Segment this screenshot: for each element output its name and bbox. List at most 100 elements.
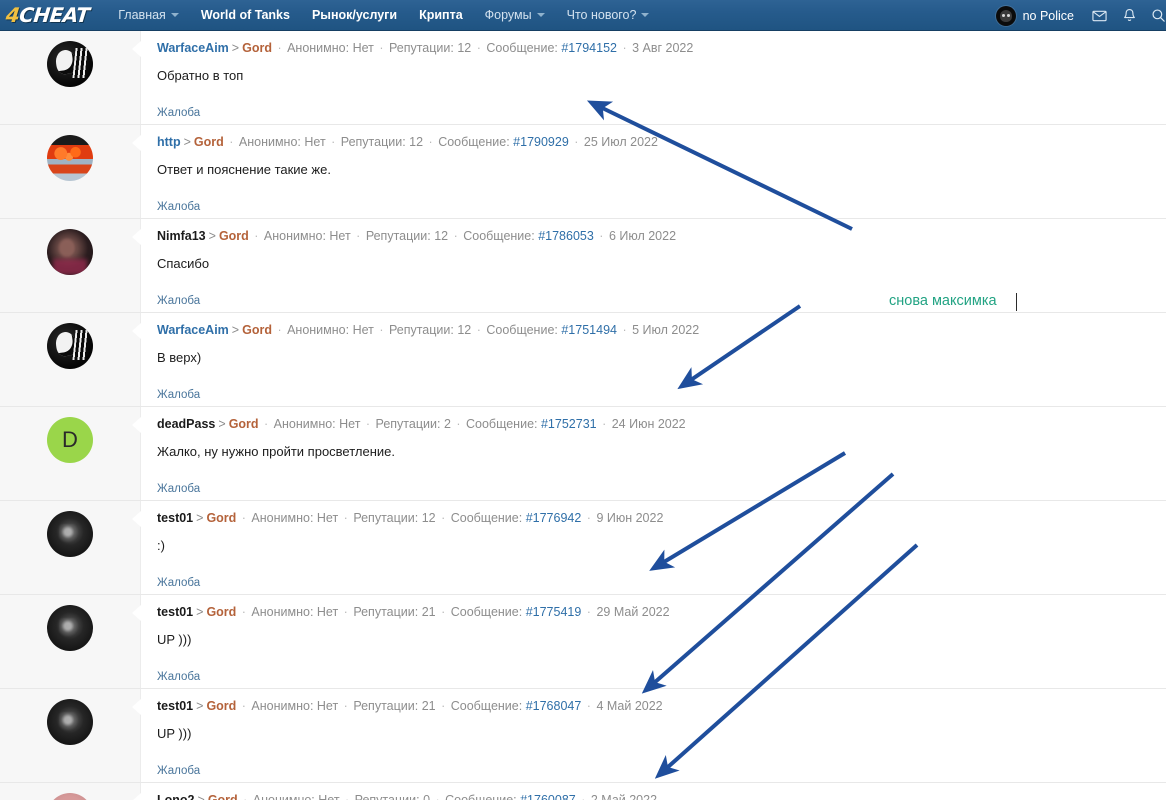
post-message-id-link[interactable]: #1752731 xyxy=(541,417,597,431)
meta-separator: · xyxy=(249,229,264,243)
nav-right-group: no Police xyxy=(986,0,1166,31)
avatar[interactable] xyxy=(47,323,93,369)
post-author-separator: > xyxy=(195,793,208,800)
post-target-link[interactable]: Gord xyxy=(242,41,272,55)
post-message-id-link[interactable]: #1790929 xyxy=(513,135,569,149)
post-target-link[interactable]: Gord xyxy=(229,417,259,431)
post-author-link[interactable]: Nimfa13 xyxy=(157,229,206,243)
post-anon-value: Нет xyxy=(317,699,338,713)
avatar[interactable] xyxy=(47,135,93,181)
report-link[interactable]: Жалоба xyxy=(157,483,200,495)
nav-item-market-services[interactable]: Рынок/услуги xyxy=(301,0,408,31)
post-message-id-link[interactable]: #1751494 xyxy=(561,323,617,337)
post-content: WarfaceAim>Gord · Анонимно: Нет · Репута… xyxy=(141,313,1166,406)
post-author-link[interactable]: test01 xyxy=(157,511,193,525)
meta-separator: · xyxy=(236,699,251,713)
report-link[interactable]: Жалоба xyxy=(157,577,200,589)
meta-separator: · xyxy=(471,323,486,337)
post-message-id-link[interactable]: #1786053 xyxy=(538,229,594,243)
post-message-id-link[interactable]: #1760087 xyxy=(520,793,576,800)
inbox-button[interactable] xyxy=(1084,0,1114,31)
post-message-id-link[interactable]: #1768047 xyxy=(526,699,582,713)
post-message-id-link[interactable]: #1794152 xyxy=(561,41,617,55)
report-link[interactable]: Жалоба xyxy=(157,107,200,119)
avatar[interactable] xyxy=(47,41,93,87)
nav-item-forums-label: Форумы xyxy=(485,8,532,22)
logo-suffix: T xyxy=(75,3,91,27)
post-rep-value: 21 xyxy=(422,605,436,619)
post-author-link[interactable]: deadPass xyxy=(157,417,215,431)
post-author-link[interactable]: WarfaceAim xyxy=(157,323,229,337)
post-rep-label: Репутации: xyxy=(353,605,418,619)
post-target-link[interactable]: Gord xyxy=(206,699,236,713)
post-author-link[interactable]: test01 xyxy=(157,605,193,619)
post-actions: Жалоба xyxy=(157,291,1152,309)
meta-separator: · xyxy=(576,793,591,800)
report-link[interactable]: Жалоба xyxy=(157,389,200,401)
post-actions: Жалоба xyxy=(157,385,1152,403)
avatar[interactable] xyxy=(47,699,93,745)
meta-separator: · xyxy=(423,135,438,149)
account-menu[interactable]: no Police xyxy=(986,6,1084,26)
post-target-link[interactable]: Gord xyxy=(208,793,238,800)
meta-separator: · xyxy=(338,699,353,713)
post-author-link[interactable]: Lono2 xyxy=(157,793,195,800)
meta-separator: · xyxy=(436,605,451,619)
post-message-id-link[interactable]: #1776942 xyxy=(526,511,582,525)
search-button[interactable] xyxy=(1144,0,1166,31)
post-content: Lono2>Gord · Анонимно: Нет · Репутации: … xyxy=(141,783,1166,800)
post-rep-label: Репутации: xyxy=(353,699,418,713)
post-avatar-cell xyxy=(0,595,141,688)
post-target-link[interactable]: Gord xyxy=(242,323,272,337)
post-anon-label: Анонимно: xyxy=(239,135,301,149)
report-link[interactable]: Жалоба xyxy=(157,201,200,213)
post-target-link[interactable]: Gord xyxy=(206,511,236,525)
meta-separator: · xyxy=(569,135,584,149)
post-actions: Жалоба xyxy=(157,761,1152,779)
post-rep-value: 21 xyxy=(422,699,436,713)
post-actions: Жалоба xyxy=(157,197,1152,215)
post-author-link[interactable]: test01 xyxy=(157,699,193,713)
post-actions: Жалоба xyxy=(157,573,1152,591)
post-target-link[interactable]: Gord xyxy=(194,135,224,149)
post-date: 9 Июн 2022 xyxy=(596,511,663,525)
post-date: 2 Май 2022 xyxy=(591,793,657,800)
post-author-separator: > xyxy=(193,699,206,713)
post-avatar-cell xyxy=(0,125,141,218)
post-content: test01>Gord · Анонимно: Нет · Репутации:… xyxy=(141,689,1166,782)
report-link[interactable]: Жалоба xyxy=(157,295,200,307)
post-header: test01>Gord · Анонимно: Нет · Репутации:… xyxy=(157,604,1152,620)
avatar[interactable] xyxy=(47,605,93,651)
meta-separator: · xyxy=(430,793,445,800)
avatar[interactable] xyxy=(47,229,93,275)
avatar[interactable]: D xyxy=(47,417,93,463)
chevron-down-icon xyxy=(171,13,179,17)
nav-item-home[interactable]: Главная xyxy=(107,0,190,31)
post-target-link[interactable]: Gord xyxy=(219,229,249,243)
table-row: WarfaceAim>Gord · Анонимно: Нет · Репута… xyxy=(0,31,1166,125)
report-link[interactable]: Жалоба xyxy=(157,671,200,683)
post-target-link[interactable]: Gord xyxy=(206,605,236,619)
meta-separator: · xyxy=(224,135,239,149)
meta-separator: · xyxy=(338,511,353,525)
site-logo[interactable]: 4CHEAT xyxy=(6,0,89,31)
avatar[interactable] xyxy=(47,793,93,800)
post-rep-value: 12 xyxy=(409,135,423,149)
post-msg-label: Сообщение: xyxy=(438,135,510,149)
post-author-link[interactable]: WarfaceAim xyxy=(157,41,229,55)
alerts-button[interactable] xyxy=(1114,0,1144,31)
nav-item-whats-new[interactable]: Что нового? xyxy=(556,0,661,31)
nav-item-crypto[interactable]: Крипта xyxy=(408,0,474,31)
nav-item-forums[interactable]: Форумы xyxy=(474,0,556,31)
post-content: http>Gord · Анонимно: Нет · Репутации: 1… xyxy=(141,125,1166,218)
meta-separator: · xyxy=(340,793,355,800)
post-message-id-link[interactable]: #1775419 xyxy=(526,605,582,619)
meta-separator: · xyxy=(374,323,389,337)
report-link[interactable]: Жалоба xyxy=(157,765,200,777)
post-author-separator: > xyxy=(181,135,194,149)
meta-separator: · xyxy=(597,417,612,431)
avatar[interactable] xyxy=(47,511,93,557)
nav-item-world-of-tanks[interactable]: World of Tanks xyxy=(190,0,301,31)
post-author-link[interactable]: http xyxy=(157,135,181,149)
post-msg-label: Сообщение: xyxy=(486,323,558,337)
